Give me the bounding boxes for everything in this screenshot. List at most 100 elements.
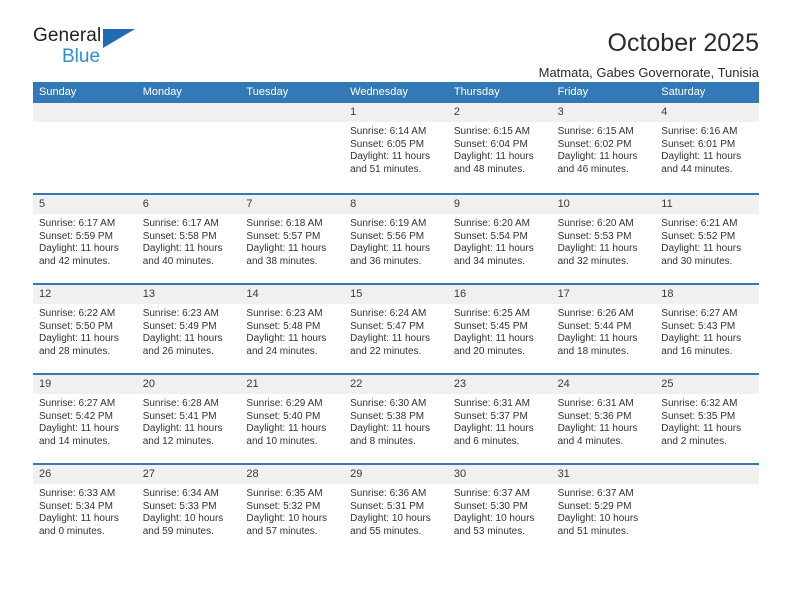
daylight-text-line1: Daylight: 11 hours (453, 151, 534, 163)
day-detail: Sunrise: 6:22 AM Sunset: 5:50 PM Daylight:… (33, 304, 137, 358)
day-number: 3 (557, 106, 564, 118)
sunset-text: Sunset: 6:04 PM (453, 138, 528, 150)
day-number-strip: 16 (447, 285, 552, 304)
daylight-text-line1: Daylight: 11 hours (453, 333, 534, 345)
calendar-day-cell[interactable]: 10 Sunrise: 6:20 AM Sunset: 5:53 PM Dayligh… (551, 195, 656, 283)
day-detail: Sunrise: 6:32 AM Sunset: 5:35 PM Daylight:… (655, 394, 759, 448)
calendar-week-row: 12 Sunrise: 6:22 AM Sunset: 5:50 PM Dayligh… (33, 283, 759, 373)
day-detail: Sunrise: 6:14 AM Sunset: 6:05 PM Daylight:… (344, 122, 448, 176)
day-number-strip: 1 (344, 103, 448, 122)
calendar-day-cell[interactable]: 6 Sunrise: 6:17 AM Sunset: 5:58 PM Daylight… (136, 195, 241, 283)
calendar-day-cell[interactable]: 20 Sunrise: 6:28 AM Sunset: 5:41 PM Dayligh… (136, 375, 241, 463)
daylight-text-line1: Daylight: 11 hours (453, 243, 534, 255)
calendar-day-cell[interactable]: 17 Sunrise: 6:26 AM Sunset: 5:44 PM Dayligh… (551, 285, 656, 373)
daylight-text-line2: and 14 minutes. (39, 435, 111, 447)
daylight-text-line1: Daylight: 10 hours (350, 513, 431, 525)
calendar-cell-empty (240, 103, 345, 193)
day-number-strip: 13 (136, 285, 241, 304)
day-number-strip: 9 (447, 195, 552, 214)
sunset-text: Sunset: 5:53 PM (557, 230, 632, 242)
calendar-day-cell[interactable]: 29 Sunrise: 6:36 AM Sunset: 5:31 PM Dayligh… (344, 465, 448, 553)
sunrise-text: Sunrise: 6:17 AM (142, 218, 219, 229)
day-number: 31 (557, 468, 570, 480)
sunset-text: Sunset: 5:44 PM (557, 320, 632, 332)
calendar-week-row: 1 Sunrise: 6:14 AM Sunset: 6:05 PM Daylight… (33, 103, 759, 193)
weekday-header-saturday: Saturday (661, 86, 706, 98)
daylight-text-line1: Daylight: 11 hours (453, 423, 534, 435)
day-number-strip: 18 (655, 285, 759, 304)
calendar-day-cell[interactable]: 22 Sunrise: 6:30 AM Sunset: 5:38 PM Dayligh… (344, 375, 448, 463)
calendar-day-cell[interactable]: 3 Sunrise: 6:15 AM Sunset: 6:02 PM Daylight… (551, 103, 656, 193)
title-block: October 2025 Matmata, Gabes Governorate,… (539, 26, 759, 81)
calendar-day-cell[interactable]: 27 Sunrise: 6:34 AM Sunset: 5:33 PM Dayligh… (136, 465, 241, 553)
day-detail: Sunrise: 6:30 AM Sunset: 5:38 PM Daylight:… (344, 394, 448, 448)
day-number: 14 (246, 288, 259, 300)
daylight-text-line2: and 12 minutes. (142, 435, 214, 447)
calendar-table: Sunday Monday Tuesday Wednesday Thursday Frid… (33, 82, 759, 553)
daylight-text-line2: and 51 minutes. (350, 163, 422, 175)
calendar-day-cell[interactable]: 4 Sunrise: 6:16 AM Sunset: 6:01 PM Daylight… (655, 103, 759, 193)
calendar-day-cell[interactable]: 31 Sunrise: 6:37 AM Sunset: 5:29 PM Dayligh… (551, 465, 656, 553)
daylight-text-line1: Daylight: 11 hours (557, 423, 638, 435)
day-number-strip: 28 (240, 465, 345, 484)
day-number-strip: 5 (33, 195, 137, 214)
sunset-text: Sunset: 5:56 PM (350, 230, 425, 242)
calendar-day-cell[interactable]: 26 Sunrise: 6:33 AM Sunset: 5:34 PM Dayligh… (33, 465, 137, 553)
daylight-text-line1: Daylight: 11 hours (39, 423, 119, 435)
sunrise-text: Sunrise: 6:14 AM (350, 126, 427, 137)
calendar-day-cell[interactable]: 2 Sunrise: 6:15 AM Sunset: 6:04 PM Daylight… (447, 103, 552, 193)
sunrise-text: Sunrise: 6:30 AM (350, 398, 427, 409)
sunset-text: Sunset: 5:33 PM (142, 500, 217, 512)
calendar-day-cell[interactable]: 24 Sunrise: 6:31 AM Sunset: 5:36 PM Dayligh… (551, 375, 656, 463)
calendar-day-cell[interactable]: 19 Sunrise: 6:27 AM Sunset: 5:42 PM Dayligh… (33, 375, 137, 463)
calendar-cell-empty (655, 465, 759, 553)
day-detail: Sunrise: 6:17 AM Sunset: 5:59 PM Daylight:… (33, 214, 137, 268)
day-number: 13 (142, 288, 155, 300)
calendar-day-cell[interactable]: 18 Sunrise: 6:27 AM Sunset: 5:43 PM Dayligh… (655, 285, 759, 373)
calendar-day-cell[interactable]: 14 Sunrise: 6:23 AM Sunset: 5:48 PM Dayligh… (240, 285, 345, 373)
calendar-day-cell[interactable]: 28 Sunrise: 6:35 AM Sunset: 5:32 PM Dayligh… (240, 465, 345, 553)
sunset-text: Sunset: 5:54 PM (453, 230, 528, 242)
calendar-day-cell[interactable]: 8 Sunrise: 6:19 AM Sunset: 5:56 PM Daylight… (344, 195, 448, 283)
calendar-day-cell[interactable]: 13 Sunrise: 6:23 AM Sunset: 5:49 PM Dayligh… (136, 285, 241, 373)
day-number-strip (240, 103, 345, 122)
day-number: 16 (453, 288, 467, 300)
day-number-strip: 21 (240, 375, 345, 394)
calendar-day-cell[interactable]: 12 Sunrise: 6:22 AM Sunset: 5:50 PM Dayligh… (33, 285, 137, 373)
daylight-text-line1: Daylight: 11 hours (246, 243, 327, 255)
generalblue-logo[interactable]: General Blue (33, 26, 153, 76)
calendar-day-cell[interactable]: 11 Sunrise: 6:21 AM Sunset: 5:52 PM Dayligh… (655, 195, 759, 283)
sunset-text: Sunset: 5:48 PM (246, 320, 321, 332)
day-number: 10 (557, 198, 570, 210)
calendar-day-cell[interactable]: 21 Sunrise: 6:29 AM Sunset: 5:40 PM Dayligh… (240, 375, 345, 463)
daylight-text-line2: and 44 minutes. (661, 163, 733, 175)
day-number-strip (136, 103, 241, 122)
calendar-day-cell[interactable]: 30 Sunrise: 6:37 AM Sunset: 5:30 PM Dayligh… (447, 465, 552, 553)
calendar-day-cell[interactable]: 1 Sunrise: 6:14 AM Sunset: 6:05 PM Daylight… (344, 103, 448, 193)
sunrise-text: Sunrise: 6:15 AM (453, 126, 530, 137)
sunset-text: Sunset: 5:36 PM (557, 410, 632, 422)
calendar-week-row: 26 Sunrise: 6:33 AM Sunset: 5:34 PM Dayligh… (33, 463, 759, 553)
calendar-day-cell[interactable]: 25 Sunrise: 6:32 AM Sunset: 5:35 PM Dayligh… (655, 375, 759, 463)
daylight-text-line2: and 16 minutes. (661, 345, 733, 357)
daylight-text-line2: and 53 minutes. (453, 525, 526, 537)
daylight-text-line2: and 18 minutes. (557, 345, 629, 357)
day-number: 30 (453, 468, 467, 480)
daylight-text-line2: and 48 minutes. (453, 163, 526, 175)
day-number-strip: 4 (655, 103, 759, 122)
calendar-day-cell[interactable]: 16 Sunrise: 6:25 AM Sunset: 5:45 PM Dayligh… (447, 285, 552, 373)
calendar-day-cell[interactable]: 9 Sunrise: 6:20 AM Sunset: 5:54 PM Daylight… (447, 195, 552, 283)
day-number-strip: 29 (344, 465, 448, 484)
calendar-body: 1 Sunrise: 6:14 AM Sunset: 6:05 PM Daylight… (33, 103, 759, 553)
daylight-text-line1: Daylight: 10 hours (453, 513, 535, 525)
daylight-text-line2: and 46 minutes. (557, 163, 629, 175)
calendar-day-cell[interactable]: 23 Sunrise: 6:31 AM Sunset: 5:37 PM Dayligh… (447, 375, 552, 463)
calendar-day-cell[interactable]: 7 Sunrise: 6:18 AM Sunset: 5:57 PM Daylight… (240, 195, 345, 283)
calendar-day-cell[interactable]: 15 Sunrise: 6:24 AM Sunset: 5:47 PM Dayligh… (344, 285, 448, 373)
sunset-text: Sunset: 5:43 PM (661, 320, 736, 332)
day-number: 18 (661, 288, 674, 300)
calendar-day-cell[interactable]: 5 Sunrise: 6:17 AM Sunset: 5:59 PM Daylight… (33, 195, 137, 283)
day-number: 22 (350, 378, 363, 390)
daylight-text-line2: and 28 minutes. (39, 345, 111, 357)
page-header: General Blue October 2025 Matmata, Gabes… (33, 0, 759, 81)
